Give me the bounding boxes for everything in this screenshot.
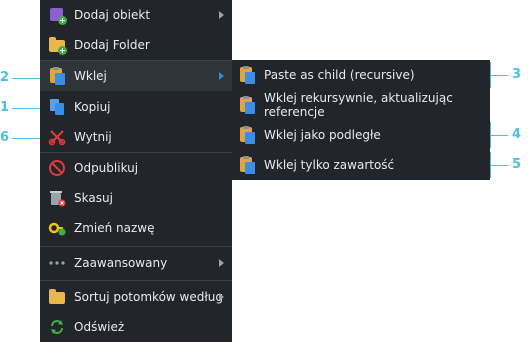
submenu-arrow-icon — [219, 293, 224, 301]
menu-item-label: Wklej — [74, 69, 107, 83]
menu-divider — [40, 246, 232, 247]
submenu-item-label: Paste as child (recursive) — [264, 68, 415, 82]
annotation-5: 5 — [512, 157, 522, 172]
submenu-item-paste-contents-only[interactable]: Wklej tylko zawartość — [232, 150, 490, 180]
annotation-line-6 — [12, 138, 40, 139]
submenu-item-paste-as-child[interactable]: Wklej jako podległe — [232, 120, 490, 150]
menu-item-add-object[interactable]: + Dodaj obiekt — [40, 0, 232, 30]
submenu-arrow-icon — [219, 259, 224, 267]
menu-item-add-folder[interactable]: + Dodaj Folder — [40, 30, 232, 60]
more-icon — [48, 254, 66, 272]
submenu-item-label: Wklej jako podległe — [264, 128, 381, 142]
menu-item-paste[interactable]: Wklej — [40, 61, 232, 91]
annotation-6: 6 — [0, 130, 10, 145]
submenu-arrow-icon — [219, 11, 224, 19]
delete-icon — [48, 189, 66, 207]
menu-item-label: Odpublikuj — [74, 161, 139, 175]
menu-item-label: Kopiuj — [74, 100, 111, 114]
submenu-item-paste-recursive-update-refs[interactable]: Wklej rekursywnie, aktualizując referenc… — [232, 90, 490, 120]
menu-item-rename[interactable]: Zmień nazwę — [40, 213, 232, 243]
rename-icon — [48, 219, 66, 237]
submenu-item-paste-as-child-recursive[interactable]: Paste as child (recursive) — [232, 60, 490, 90]
paste-icon — [238, 156, 256, 174]
menu-item-advanced[interactable]: Zaawansowany — [40, 248, 232, 278]
menu-item-label: Odśwież — [74, 320, 125, 334]
refresh-icon — [48, 318, 66, 336]
menu-item-unpublish[interactable]: Odpublikuj — [40, 153, 232, 183]
copy-icon — [48, 98, 66, 116]
annotation-line-4h — [490, 135, 508, 136]
unpublish-icon — [48, 159, 66, 177]
menu-divider — [40, 280, 232, 281]
submenu-item-label: Wklej rekursywnie, aktualizując referenc… — [264, 91, 453, 119]
paste-icon — [238, 126, 256, 144]
menu-item-label: Dodaj Folder — [74, 38, 150, 52]
annotation-4: 4 — [512, 127, 522, 142]
menu-item-label: Wytnij — [74, 130, 112, 144]
menu-item-label: Zaawansowany — [74, 256, 168, 270]
context-menu: + Dodaj obiekt + Dodaj Folder Wklej Kopi… — [40, 0, 232, 342]
annotation-1: 1 — [0, 100, 10, 115]
add-folder-icon: + — [48, 36, 67, 55]
paste-submenu: Paste as child (recursive) Wklej rekursy… — [232, 60, 490, 180]
submenu-item-label: Wklej tylko zawartość — [264, 158, 395, 172]
menu-item-label: Zmień nazwę — [74, 221, 155, 235]
submenu-arrow-icon — [219, 72, 224, 80]
scissors-icon — [48, 128, 66, 146]
annotation-line-5h — [490, 165, 508, 166]
paste-icon — [238, 96, 256, 114]
menu-item-label: Dodaj obiekt — [74, 8, 151, 22]
annotation-3: 3 — [512, 67, 522, 82]
sort-folder-icon — [48, 288, 66, 306]
menu-item-delete[interactable]: Skasuj — [40, 183, 232, 213]
menu-item-refresh[interactable]: Odśwież — [40, 312, 232, 342]
menu-item-copy[interactable]: Kopiuj — [40, 92, 232, 122]
annotation-line-1 — [12, 108, 40, 109]
annotation-line-2 — [12, 78, 40, 79]
paste-icon — [238, 66, 256, 84]
menu-item-sort-children[interactable]: Sortuj potomków według — [40, 282, 232, 312]
paste-icon — [48, 67, 66, 85]
menu-item-label: Sortuj potomków według — [74, 290, 223, 304]
menu-item-label: Skasuj — [74, 191, 113, 205]
annotation-2: 2 — [0, 70, 10, 85]
menu-item-cut[interactable]: Wytnij — [40, 122, 232, 152]
add-object-icon: + — [48, 6, 67, 25]
annotation-line-3h — [490, 75, 508, 76]
